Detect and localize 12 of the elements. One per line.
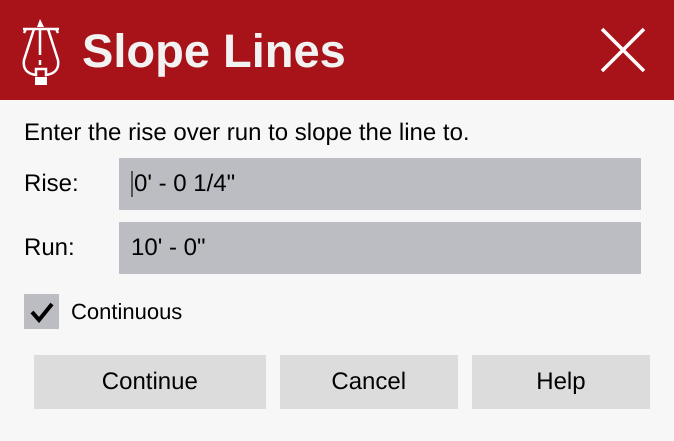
input-field[interactable]: 0' - 0 1/4" (119, 158, 641, 210)
dialog-button[interactable]: Help (472, 355, 650, 409)
close-icon[interactable] (600, 27, 646, 73)
field-label: Rise: (24, 169, 80, 199)
field-label: Run: (24, 233, 76, 263)
checkbox[interactable] (24, 294, 59, 329)
input-field[interactable]: 10' - 0" (119, 222, 641, 274)
dialog-button[interactable]: Continue (34, 355, 266, 409)
dialog-button[interactable]: Cancel (280, 355, 458, 409)
checkmark-icon (30, 300, 54, 322)
checkbox-label: Continuous (71, 298, 182, 326)
instruction-text: Enter the rise over run to slope the line to. (24, 118, 471, 148)
